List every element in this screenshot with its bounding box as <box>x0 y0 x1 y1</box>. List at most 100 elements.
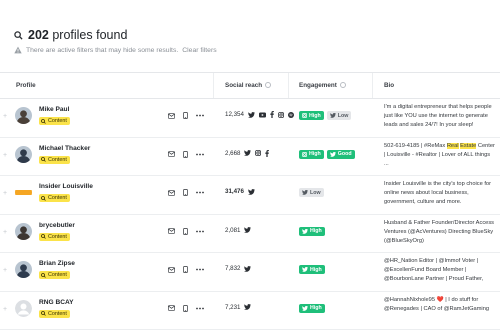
more-icon[interactable] <box>196 114 204 117</box>
row-actions <box>168 189 204 196</box>
social-reach: 7,832 <box>225 265 251 272</box>
phone-icon[interactable] <box>183 151 188 158</box>
mail-icon[interactable] <box>168 228 175 234</box>
info-icon <box>340 82 346 88</box>
engagement-badge: High <box>299 227 325 236</box>
mail-icon[interactable] <box>168 305 175 311</box>
expand-icon[interactable]: + <box>3 152 7 159</box>
profile-name[interactable]: RNG BCAY <box>39 299 74 306</box>
more-icon[interactable] <box>196 230 204 233</box>
table-row[interactable]: +Mike PaulContent12,354HighLowI'm a digi… <box>0 99 500 138</box>
phone-icon[interactable] <box>183 112 188 119</box>
phone-icon[interactable] <box>183 189 188 196</box>
phone-icon[interactable] <box>183 305 188 312</box>
expand-icon[interactable]: + <box>3 267 7 274</box>
instagram-icon[interactable] <box>278 112 284 118</box>
twitter-icon[interactable] <box>244 227 251 233</box>
filter-notice: There are active filters that may hide s… <box>14 46 217 54</box>
more-icon[interactable] <box>196 191 204 194</box>
instagram-icon[interactable] <box>255 150 261 156</box>
clear-filters-link[interactable]: Clear filters <box>182 47 216 54</box>
search-icon <box>41 157 46 162</box>
engagement-badge: High <box>299 265 325 274</box>
facebook-icon[interactable] <box>270 111 274 118</box>
col-engagement[interactable]: Engagement <box>299 82 346 89</box>
facebook-icon[interactable] <box>265 150 269 157</box>
bio-text: 502-619-4185 | #ReMax Real Estate Center… <box>384 142 496 169</box>
profile-name[interactable]: Brian Zipse <box>39 260 75 267</box>
search-icon <box>41 273 46 278</box>
mail-icon[interactable] <box>168 190 175 196</box>
expand-icon[interactable]: + <box>3 306 7 313</box>
col-profile[interactable]: Profile <box>16 82 36 89</box>
phone-icon[interactable] <box>183 228 188 235</box>
row-actions <box>168 305 204 312</box>
avatar <box>15 261 32 278</box>
youtube-icon[interactable] <box>259 112 266 118</box>
social-reach: 31,476 <box>225 188 255 195</box>
results-count: 202 profiles found <box>28 28 127 42</box>
social-reach: 2,668 <box>225 150 269 157</box>
expand-icon[interactable]: + <box>3 190 7 197</box>
expand-icon[interactable]: + <box>3 113 7 120</box>
bio-text: Insider Louisville is the city's top cho… <box>384 180 496 207</box>
avatar <box>15 146 32 163</box>
profile-name[interactable]: brycebutler <box>39 222 75 229</box>
search-icon <box>41 196 46 201</box>
twitter-icon[interactable] <box>248 189 255 195</box>
row-actions <box>168 112 204 119</box>
profile-name[interactable]: Mike Paul <box>39 106 69 113</box>
bio-text: I'm a digital entrepreneur that helps pe… <box>384 103 496 130</box>
twitter-icon[interactable] <box>244 266 251 272</box>
col-bio[interactable]: Bio <box>384 82 394 89</box>
engagement: HighLow <box>299 111 351 120</box>
more-icon[interactable] <box>196 307 204 310</box>
spotify-icon[interactable] <box>288 112 294 118</box>
instagram-icon <box>302 152 307 157</box>
more-icon[interactable] <box>196 153 204 156</box>
row-actions <box>168 228 204 235</box>
search-icon <box>41 234 46 239</box>
avatar <box>15 184 32 201</box>
table-row[interactable]: + Brian Zipse Content 7,832 High @HR_Nation E… <box>0 253 500 292</box>
reach-count: 12,354 <box>225 111 244 118</box>
phone-icon[interactable] <box>183 266 188 273</box>
column-divider <box>288 73 289 98</box>
twitter-icon <box>302 190 308 195</box>
twitter-icon <box>302 267 308 272</box>
content-tag: Content <box>39 233 70 241</box>
more-icon[interactable] <box>196 268 204 271</box>
reach-count: 2,081 <box>225 227 240 234</box>
table-row[interactable]: +RNG BCAYContent7,231High@HannahNixhole9… <box>0 292 500 330</box>
results-header: 202 profiles found <box>14 28 127 42</box>
twitter-icon[interactable] <box>244 304 251 310</box>
reach-count: 31,476 <box>225 188 244 195</box>
content-tag: Content <box>39 310 70 318</box>
engagement: High <box>299 227 325 236</box>
content-tag: Content <box>39 271 70 279</box>
search-icon <box>41 119 46 124</box>
table-row[interactable]: +Insider LouisvilleContent31,476LowInsid… <box>0 176 500 215</box>
search-icon <box>41 311 46 316</box>
engagement: High <box>299 304 325 313</box>
table-row[interactable]: +Michael ThackerContent2,668HighGood502-… <box>0 138 500 177</box>
social-reach: 7,231 <box>225 304 251 311</box>
content-tag: Content <box>39 194 70 202</box>
twitter-icon[interactable] <box>248 112 255 118</box>
row-actions <box>168 151 204 158</box>
col-social-reach[interactable]: Social reach <box>225 82 271 89</box>
table-body: + Mike Paul Content 12,354 HighLow I'm a digi… <box>0 99 500 330</box>
bio-text: @HR_Nation Editor | @Immof Voter | @Exce… <box>384 257 496 284</box>
engagement: HighGood <box>299 150 355 159</box>
info-icon <box>265 82 271 88</box>
profiles-table: Profile Social reach Engagement Bio + Mik… <box>0 72 500 330</box>
expand-icon[interactable]: + <box>3 229 7 236</box>
mail-icon[interactable] <box>168 113 175 119</box>
column-divider <box>213 73 214 98</box>
profile-name[interactable]: Insider Louisville <box>39 183 93 190</box>
profile-name[interactable]: Michael Thacker <box>39 145 90 152</box>
mail-icon[interactable] <box>168 267 175 273</box>
table-row[interactable]: +brycebutlerContent2,081HighHusband & Fa… <box>0 215 500 254</box>
twitter-icon[interactable] <box>244 150 251 156</box>
mail-icon[interactable] <box>168 151 175 157</box>
